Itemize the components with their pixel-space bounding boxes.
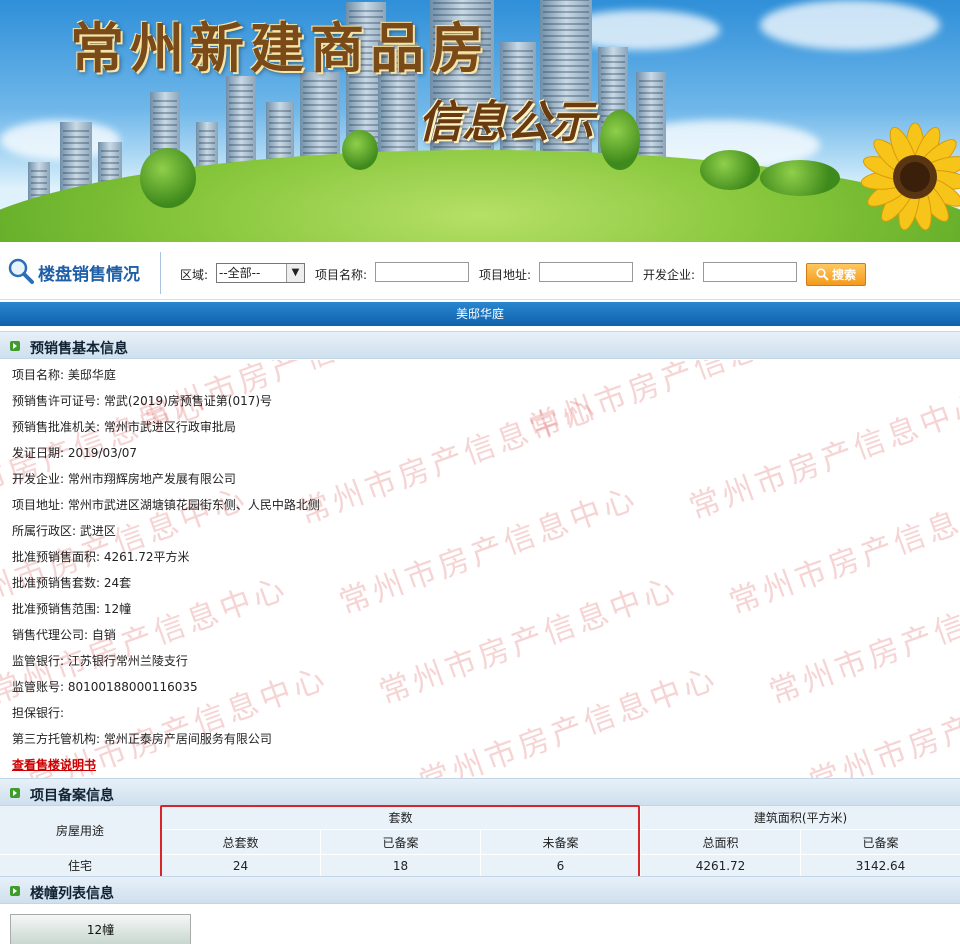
info-supervising-bank: 监管银行: 江苏银行常州兰陵支行 (12, 654, 188, 668)
region-label: 区域: (180, 268, 209, 282)
records-header: 项目备案信息 (0, 778, 960, 806)
search-button[interactable]: 搜索 (806, 263, 866, 286)
info-sales-agent: 销售代理公司: 自销 (12, 628, 116, 642)
info-approved-area: 批准预销售面积: 4261.72平方米 (12, 550, 190, 564)
project-name-bar: 美邸华庭 (0, 302, 960, 326)
project-name-input[interactable] (375, 262, 469, 282)
region-select-value: --全部-- (219, 266, 261, 280)
search-icon (816, 268, 829, 281)
info-district: 所属行政区: 武进区 (12, 524, 116, 538)
developer-input[interactable] (703, 262, 797, 282)
col-usage: 房屋用途 (0, 806, 160, 854)
cell-usage: 住宅 (0, 855, 160, 876)
project-address-label: 项目地址: (479, 268, 532, 282)
watermark-text: 常州市房产信息中心 (374, 570, 683, 712)
watermark-text: 常州市房产信息中心 (334, 480, 643, 622)
watermark-text: 常州市房产信息中心 (294, 390, 603, 532)
basic-info-title: 预销售基本信息 (30, 341, 128, 357)
sales-section-title: 楼盘销售情况 (38, 265, 140, 285)
search-button-label: 搜索 (831, 268, 856, 282)
banner-subtitle: 信息公示 (418, 97, 594, 148)
watermark-text: 常州市房产信息中心 (804, 660, 960, 778)
cell-filed-area: 3142.64 (801, 855, 960, 876)
info-approved-scope: 批准预销售范围: 12幢 (12, 602, 132, 616)
arrow-bullet-icon (10, 886, 20, 896)
arrow-bullet-icon (10, 341, 20, 351)
watermark-text: 常州市房产信息中心 (724, 480, 960, 622)
records-title: 项目备案信息 (30, 788, 114, 804)
header-banner: 常州新建商品房 信息公示 (0, 0, 960, 242)
info-permit-number: 预销售许可证号: 常武(2019)房预售证第(017)号 (12, 394, 273, 408)
info-escrow-agency: 第三方托管机构: 常州正泰房产居间服务有限公司 (12, 732, 272, 746)
sales-brochure-link[interactable]: 查看售楼说明书 (12, 756, 96, 773)
col-total-area: 总面积 (641, 830, 800, 854)
cell-total-area: 4261.72 (641, 855, 800, 876)
col-filed-area: 已备案 (801, 830, 960, 854)
developer-label: 开发企业: (643, 268, 696, 282)
building-list-title: 楼幢列表信息 (30, 886, 114, 902)
project-name-label: 项目名称: (315, 268, 368, 282)
watermark-text: 常州市房产信息中心 (414, 660, 723, 778)
info-account-number: 监管账号: 80100188000116035 (12, 680, 198, 694)
info-developer: 开发企业: 常州市翔辉房地产发展有限公司 (12, 472, 236, 486)
building-list-header: 楼幢列表信息 (0, 876, 960, 904)
arrow-bullet-icon (10, 788, 20, 798)
highlight-box (160, 805, 640, 878)
project-address-input[interactable] (539, 262, 633, 282)
building-item[interactable]: 12幢 (10, 914, 191, 944)
info-guarantee-bank: 担保银行: (12, 706, 65, 720)
basic-info-header: 预销售基本信息 (0, 331, 960, 359)
chevron-down-icon[interactable]: ▼ (286, 264, 304, 282)
info-issue-date: 发证日期: 2019/03/07 (12, 446, 138, 460)
basic-info-panel: 常州市房产信息中心 常州市房产信息中心 常州市房产信息中心 常州市房产信息中心 … (0, 360, 960, 778)
divider (160, 252, 161, 294)
info-approved-units: 批准预销售套数: 24套 (12, 576, 132, 590)
watermark-text: 常州市房产信息中心 (524, 360, 833, 447)
watermark-text: 常州市房产信息中心 (684, 385, 960, 527)
watermark-text: 常州市房产信息中心 (764, 570, 960, 712)
region-select[interactable]: --全部-- ▼ (216, 263, 305, 283)
info-address: 项目地址: 常州市武进区湖塘镇花园街东侧、人民中路北侧 (12, 498, 320, 512)
group-area: 建筑面积(平方米) (641, 806, 960, 829)
banner-title: 常州新建商品房 (70, 16, 490, 80)
info-project-name: 项目名称: 美邸华庭 (12, 368, 116, 382)
sunflower-icon (860, 122, 960, 231)
info-approval-org: 预销售批准机关: 常州市武进区行政审批局 (12, 420, 236, 434)
magnifier-icon (8, 258, 34, 284)
